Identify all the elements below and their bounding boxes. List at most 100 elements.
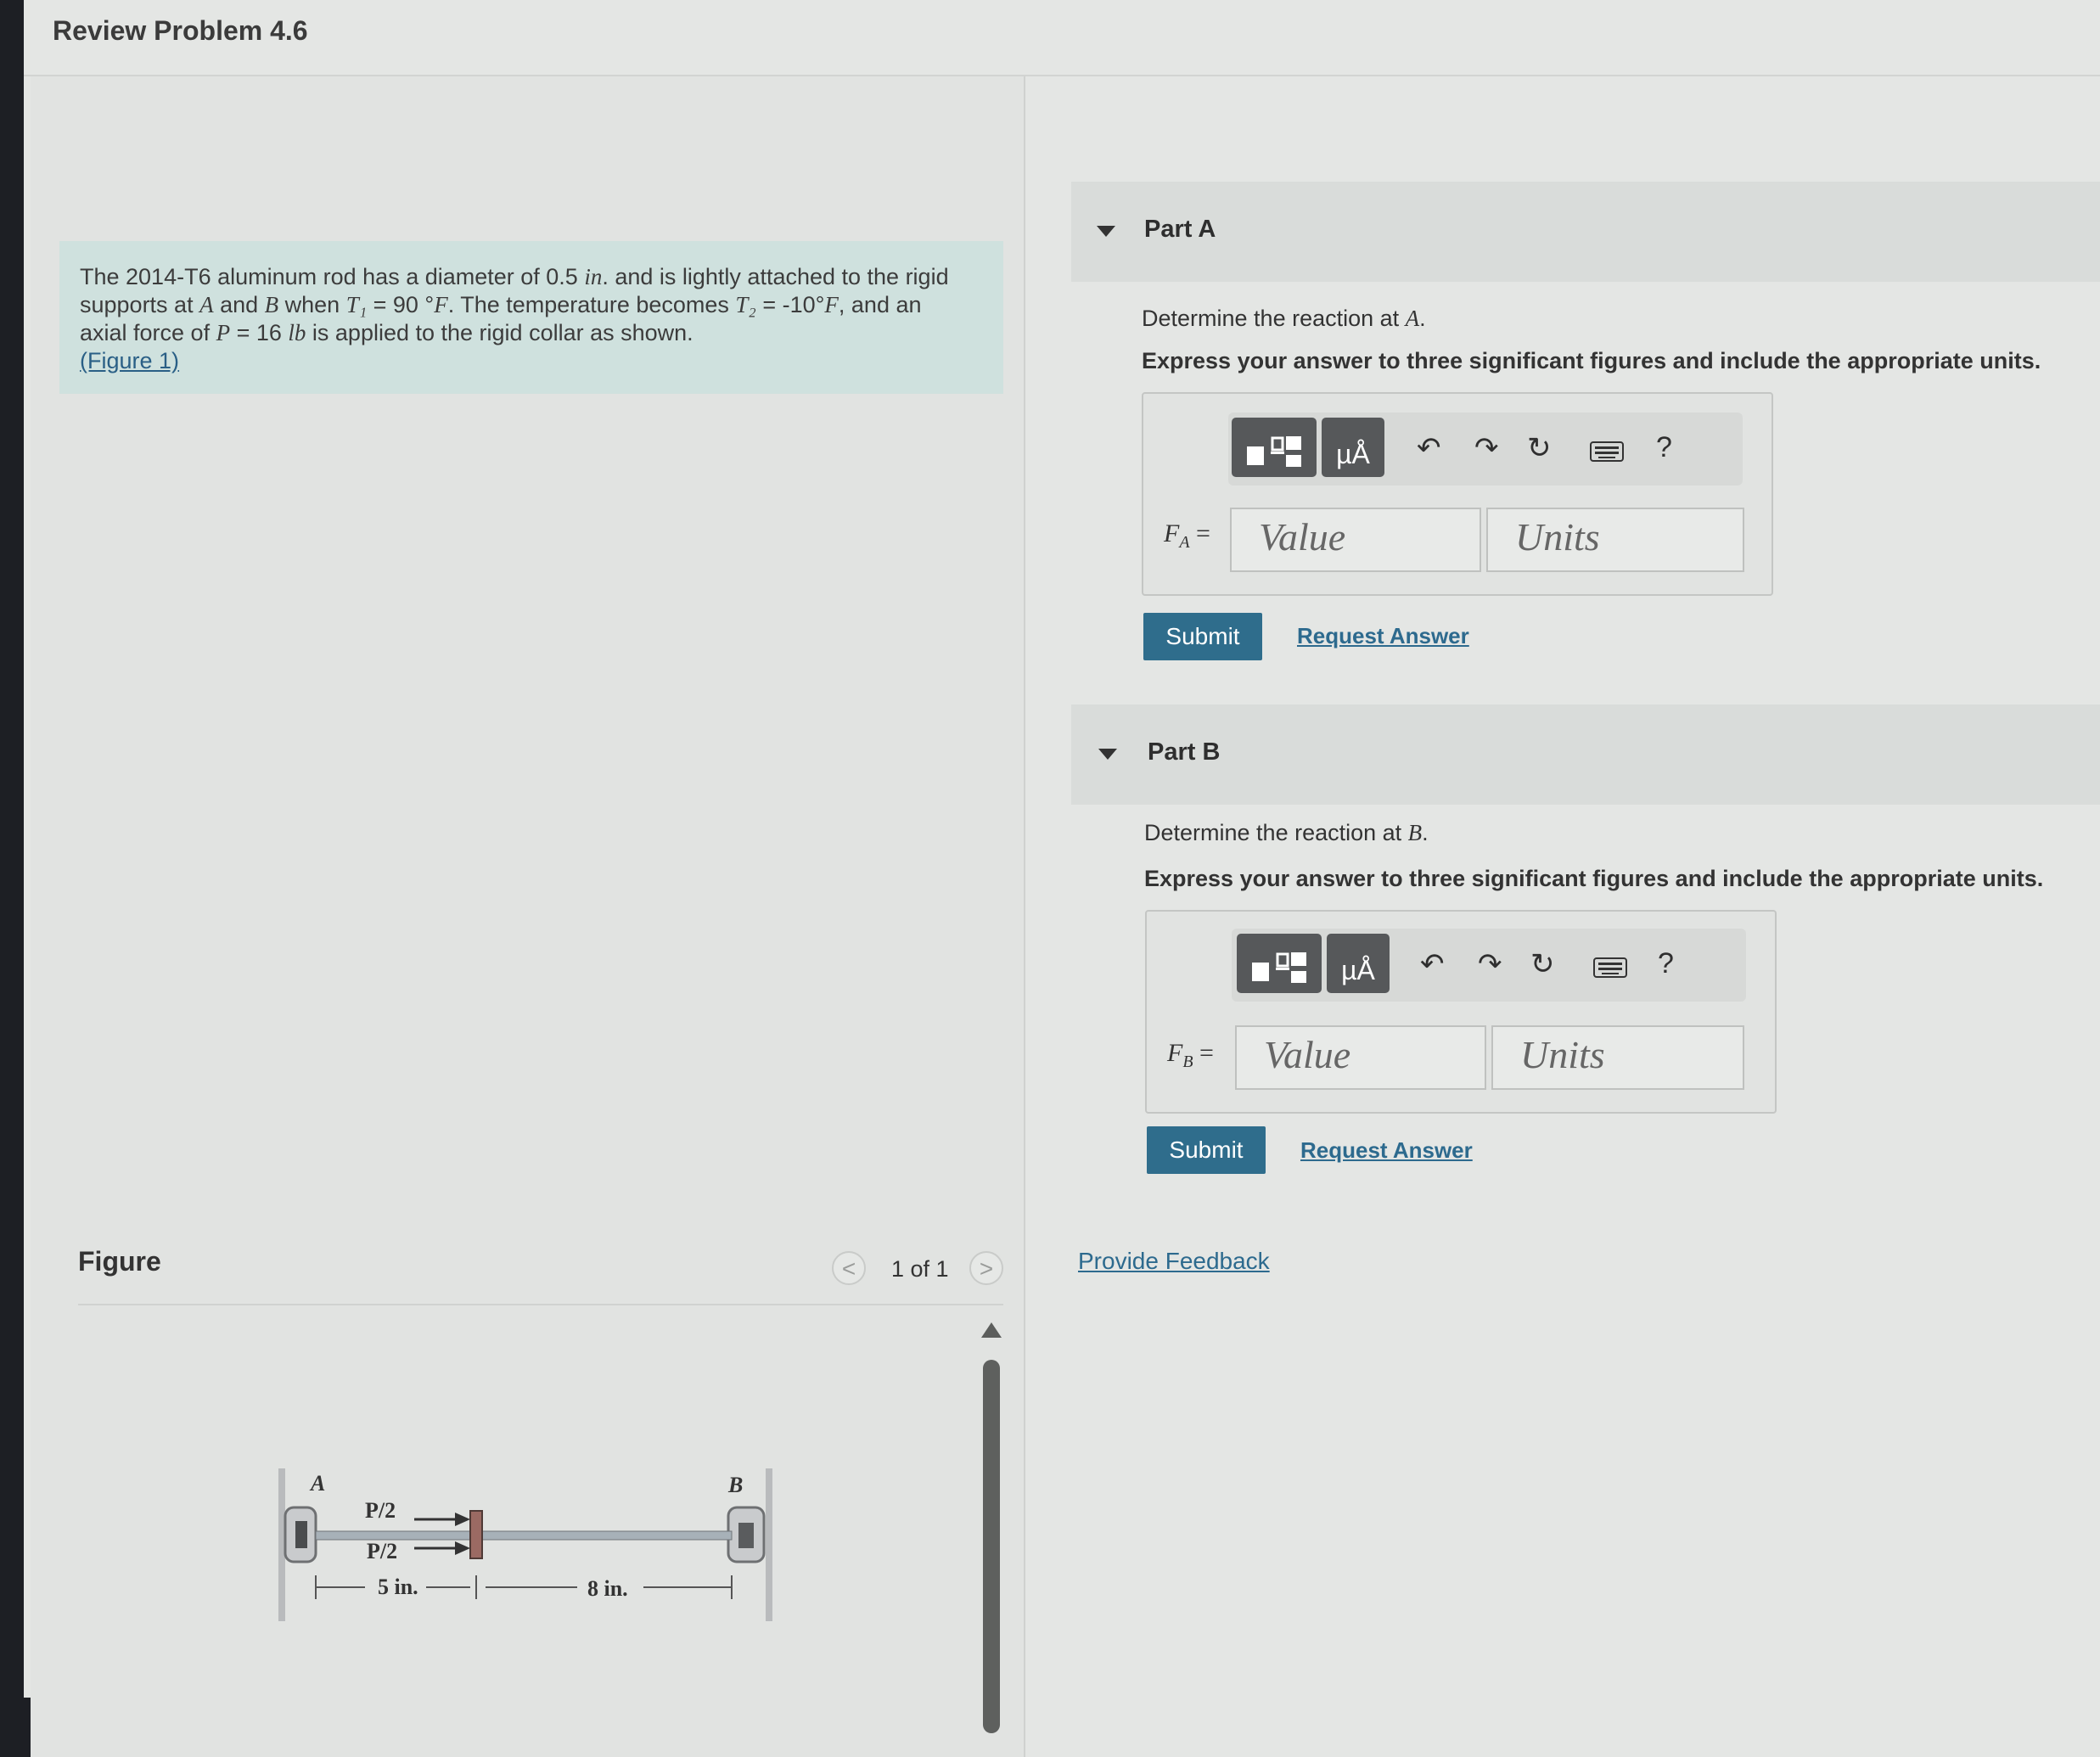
label-dim-5in: 5 in.	[378, 1575, 418, 1599]
problem-unit: in	[584, 264, 603, 289]
label-p-half-top: P/2	[365, 1498, 396, 1523]
keyboard-icon[interactable]	[1590, 438, 1624, 471]
part-b-request-answer-link[interactable]: Request Answer	[1300, 1137, 1473, 1164]
part-b-instruction: Express your answer to three significant…	[1144, 866, 2044, 891]
part-a-request-answer-link[interactable]: Request Answer	[1297, 623, 1469, 649]
templates-icon	[1247, 436, 1301, 467]
part-a-header[interactable]: Part A	[1071, 182, 2100, 282]
rod-diagram: A B P/2 P/2 5 in. 8 in.	[278, 1468, 772, 1621]
problem-line-1: The 2014-T6 aluminum rod has a diameter …	[80, 263, 983, 291]
redo-icon[interactable]: ↷	[1474, 431, 1499, 465]
pane-divider[interactable]	[1024, 76, 1025, 1757]
prompt-text: Determine the reaction at	[1142, 306, 1406, 331]
problem-text: = 16	[230, 320, 289, 345]
problem-text: axial force of	[80, 320, 216, 345]
force-arrowhead-bottom	[455, 1541, 470, 1555]
templates-button[interactable]	[1232, 418, 1317, 477]
units-input[interactable]: Units	[1491, 1025, 1744, 1090]
problem-text: = 90 °	[367, 292, 435, 317]
problem-text: is applied to the rigid collar as shown.	[306, 320, 693, 345]
label-a: A	[309, 1471, 325, 1496]
part-b-header[interactable]: Part B	[1071, 704, 2100, 805]
rigid-collar	[469, 1510, 483, 1559]
equation-toolbar: µÅ ↶ ↷ ↻ ?	[1228, 413, 1743, 486]
collapse-caret-icon[interactable]	[1097, 226, 1115, 237]
problem-text: when	[278, 292, 346, 317]
help-icon[interactable]: ?	[1658, 947, 1674, 980]
prompt-var: B	[1407, 820, 1423, 845]
units-button[interactable]: µÅ	[1322, 418, 1384, 477]
problem-text: = -10°	[755, 292, 825, 317]
figure-divider	[78, 1304, 1003, 1305]
force-arrowhead-top	[455, 1513, 470, 1526]
page-title: Review Problem 4.6	[53, 15, 308, 46]
figure-counter: 1 of 1	[891, 1256, 949, 1282]
problem-line-3: axial force of P = 16 lb is applied to t…	[80, 319, 983, 347]
problem-statement: The 2014-T6 aluminum rod has a diameter …	[59, 241, 1003, 394]
prev-figure-button[interactable]: <	[832, 1251, 866, 1285]
units-icon: µÅ	[1341, 955, 1375, 985]
eq-subscript: B	[1182, 1053, 1193, 1071]
part-b-submit-button[interactable]: Submit	[1147, 1126, 1266, 1174]
undo-icon[interactable]: ↶	[1417, 431, 1441, 465]
eq-sign: =	[1189, 519, 1210, 547]
problem-text: supports at	[80, 292, 200, 317]
problem-text: . The temperature becomes	[447, 292, 736, 317]
units-icon: µÅ	[1336, 439, 1370, 469]
units-button[interactable]: µÅ	[1327, 934, 1390, 993]
problem-text: The 2014-T6 aluminum rod has a diameter …	[80, 264, 585, 289]
screen-bezel	[0, 0, 24, 1757]
label-dim-8in: 8 in.	[587, 1576, 628, 1601]
problem-var-t1: T₁	[345, 292, 368, 317]
prompt-var: A	[1405, 306, 1420, 331]
part-a-equation-label: FA =	[1164, 519, 1210, 553]
eq-var: F	[1167, 1039, 1183, 1067]
next-figure-button[interactable]: >	[969, 1251, 1003, 1285]
problem-var-p: P	[216, 320, 231, 345]
scroll-up-arrow-icon[interactable]	[981, 1322, 1002, 1338]
problem-var-b: B	[264, 292, 279, 317]
reset-icon[interactable]: ↻	[1527, 431, 1552, 465]
figure-pager: < 1 of 1 >	[832, 1251, 1010, 1290]
problem-text: , and an	[838, 292, 922, 317]
redo-icon[interactable]: ↷	[1478, 947, 1502, 981]
templates-icon	[1252, 952, 1306, 983]
help-icon[interactable]: ?	[1656, 431, 1672, 464]
provide-feedback-link[interactable]: Provide Feedback	[1078, 1248, 1270, 1275]
units-input[interactable]: Units	[1486, 508, 1744, 572]
value-input[interactable]: Value	[1230, 508, 1481, 572]
equation-toolbar: µÅ ↶ ↷ ↻ ?	[1232, 929, 1746, 1002]
part-b-label: Part B	[1148, 738, 1221, 766]
problem-unit: F	[434, 292, 448, 317]
prompt-text: Determine the reaction at	[1144, 820, 1408, 845]
scrollbar-thumb[interactable]	[983, 1360, 1000, 1733]
part-a-instruction: Express your answer to three significant…	[1142, 348, 2041, 373]
problem-unit: lb	[288, 320, 306, 345]
problem-var-t2: T₂	[735, 292, 756, 317]
eq-subscript: A	[1179, 533, 1190, 552]
problem-var-a: A	[199, 292, 214, 317]
templates-button[interactable]	[1237, 934, 1322, 993]
label-b: B	[727, 1473, 743, 1497]
part-a-submit-button[interactable]: Submit	[1143, 613, 1262, 660]
figure-heading: Figure	[78, 1246, 161, 1277]
problem-line-2: supports at A and B when T₁ = 90 °F. The…	[80, 291, 983, 319]
label-p-half-bottom: P/2	[367, 1539, 397, 1563]
support-b-bracket	[738, 1523, 754, 1548]
part-a-prompt: Determine the reaction at A.	[1142, 306, 1426, 332]
prompt-text: .	[1419, 306, 1426, 331]
keyboard-icon[interactable]	[1593, 954, 1627, 987]
collapse-caret-icon[interactable]	[1098, 749, 1117, 760]
problem-unit: F	[824, 292, 839, 317]
value-input[interactable]: Value	[1235, 1025, 1486, 1090]
reset-icon[interactable]: ↻	[1530, 947, 1555, 981]
part-a-answer-box: µÅ ↶ ↷ ↻ ? FA = Value Units	[1142, 392, 1773, 596]
figure-link[interactable]: (Figure 1)	[80, 348, 179, 373]
problem-text: and	[213, 292, 265, 317]
undo-icon[interactable]: ↶	[1420, 947, 1445, 981]
problem-line-4: (Figure 1)	[80, 347, 983, 375]
right-wall	[766, 1468, 772, 1621]
part-b-answer-box: µÅ ↶ ↷ ↻ ? FB = Value Units	[1145, 910, 1777, 1114]
part-a-label: Part A	[1144, 216, 1216, 243]
part-b-equation-label: FB =	[1167, 1039, 1214, 1072]
